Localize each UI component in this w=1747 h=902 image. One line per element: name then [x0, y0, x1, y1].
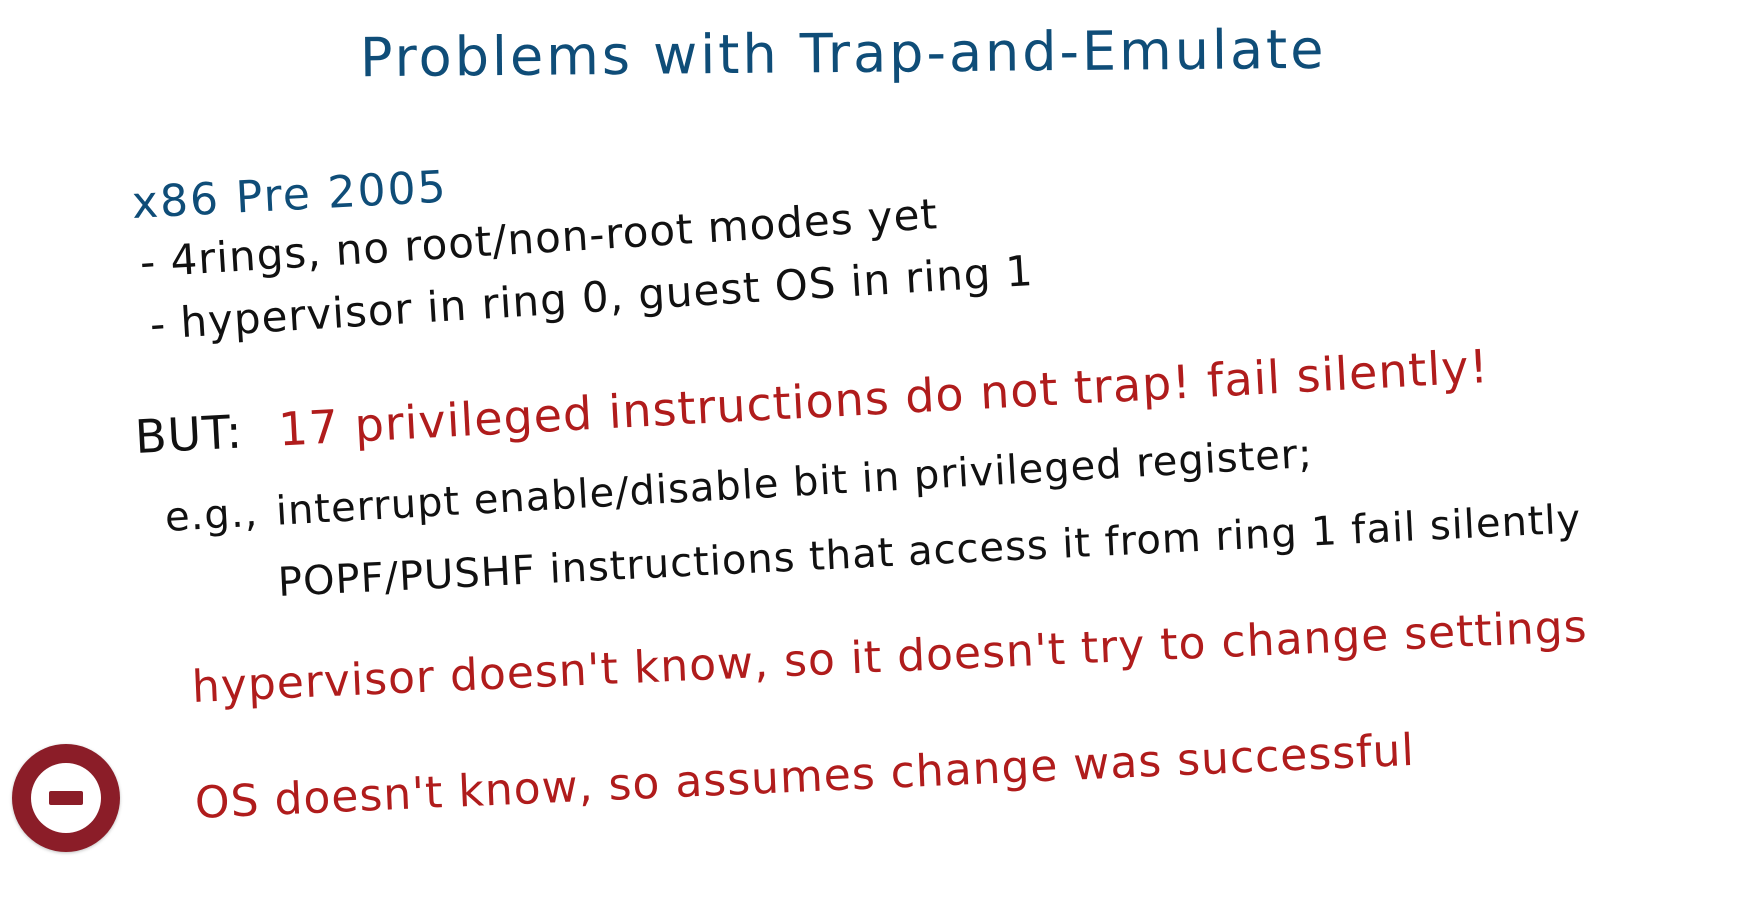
minus-bar	[49, 791, 83, 805]
consequence-os: OS doesn't know, so assumes change was s…	[193, 724, 1416, 829]
slide-subtitle: x86 Pre 2005	[130, 161, 449, 229]
minus-circle-icon	[31, 763, 101, 833]
but-label: BUT:	[133, 404, 245, 464]
stop-button[interactable]	[12, 744, 120, 852]
example-prefix: e.g.,	[163, 489, 260, 541]
consequence-hypervisor: hypervisor doesn't know, so it doesn't t…	[190, 601, 1589, 713]
slide-title: Problems with Trap-and-Emulate	[359, 17, 1327, 90]
